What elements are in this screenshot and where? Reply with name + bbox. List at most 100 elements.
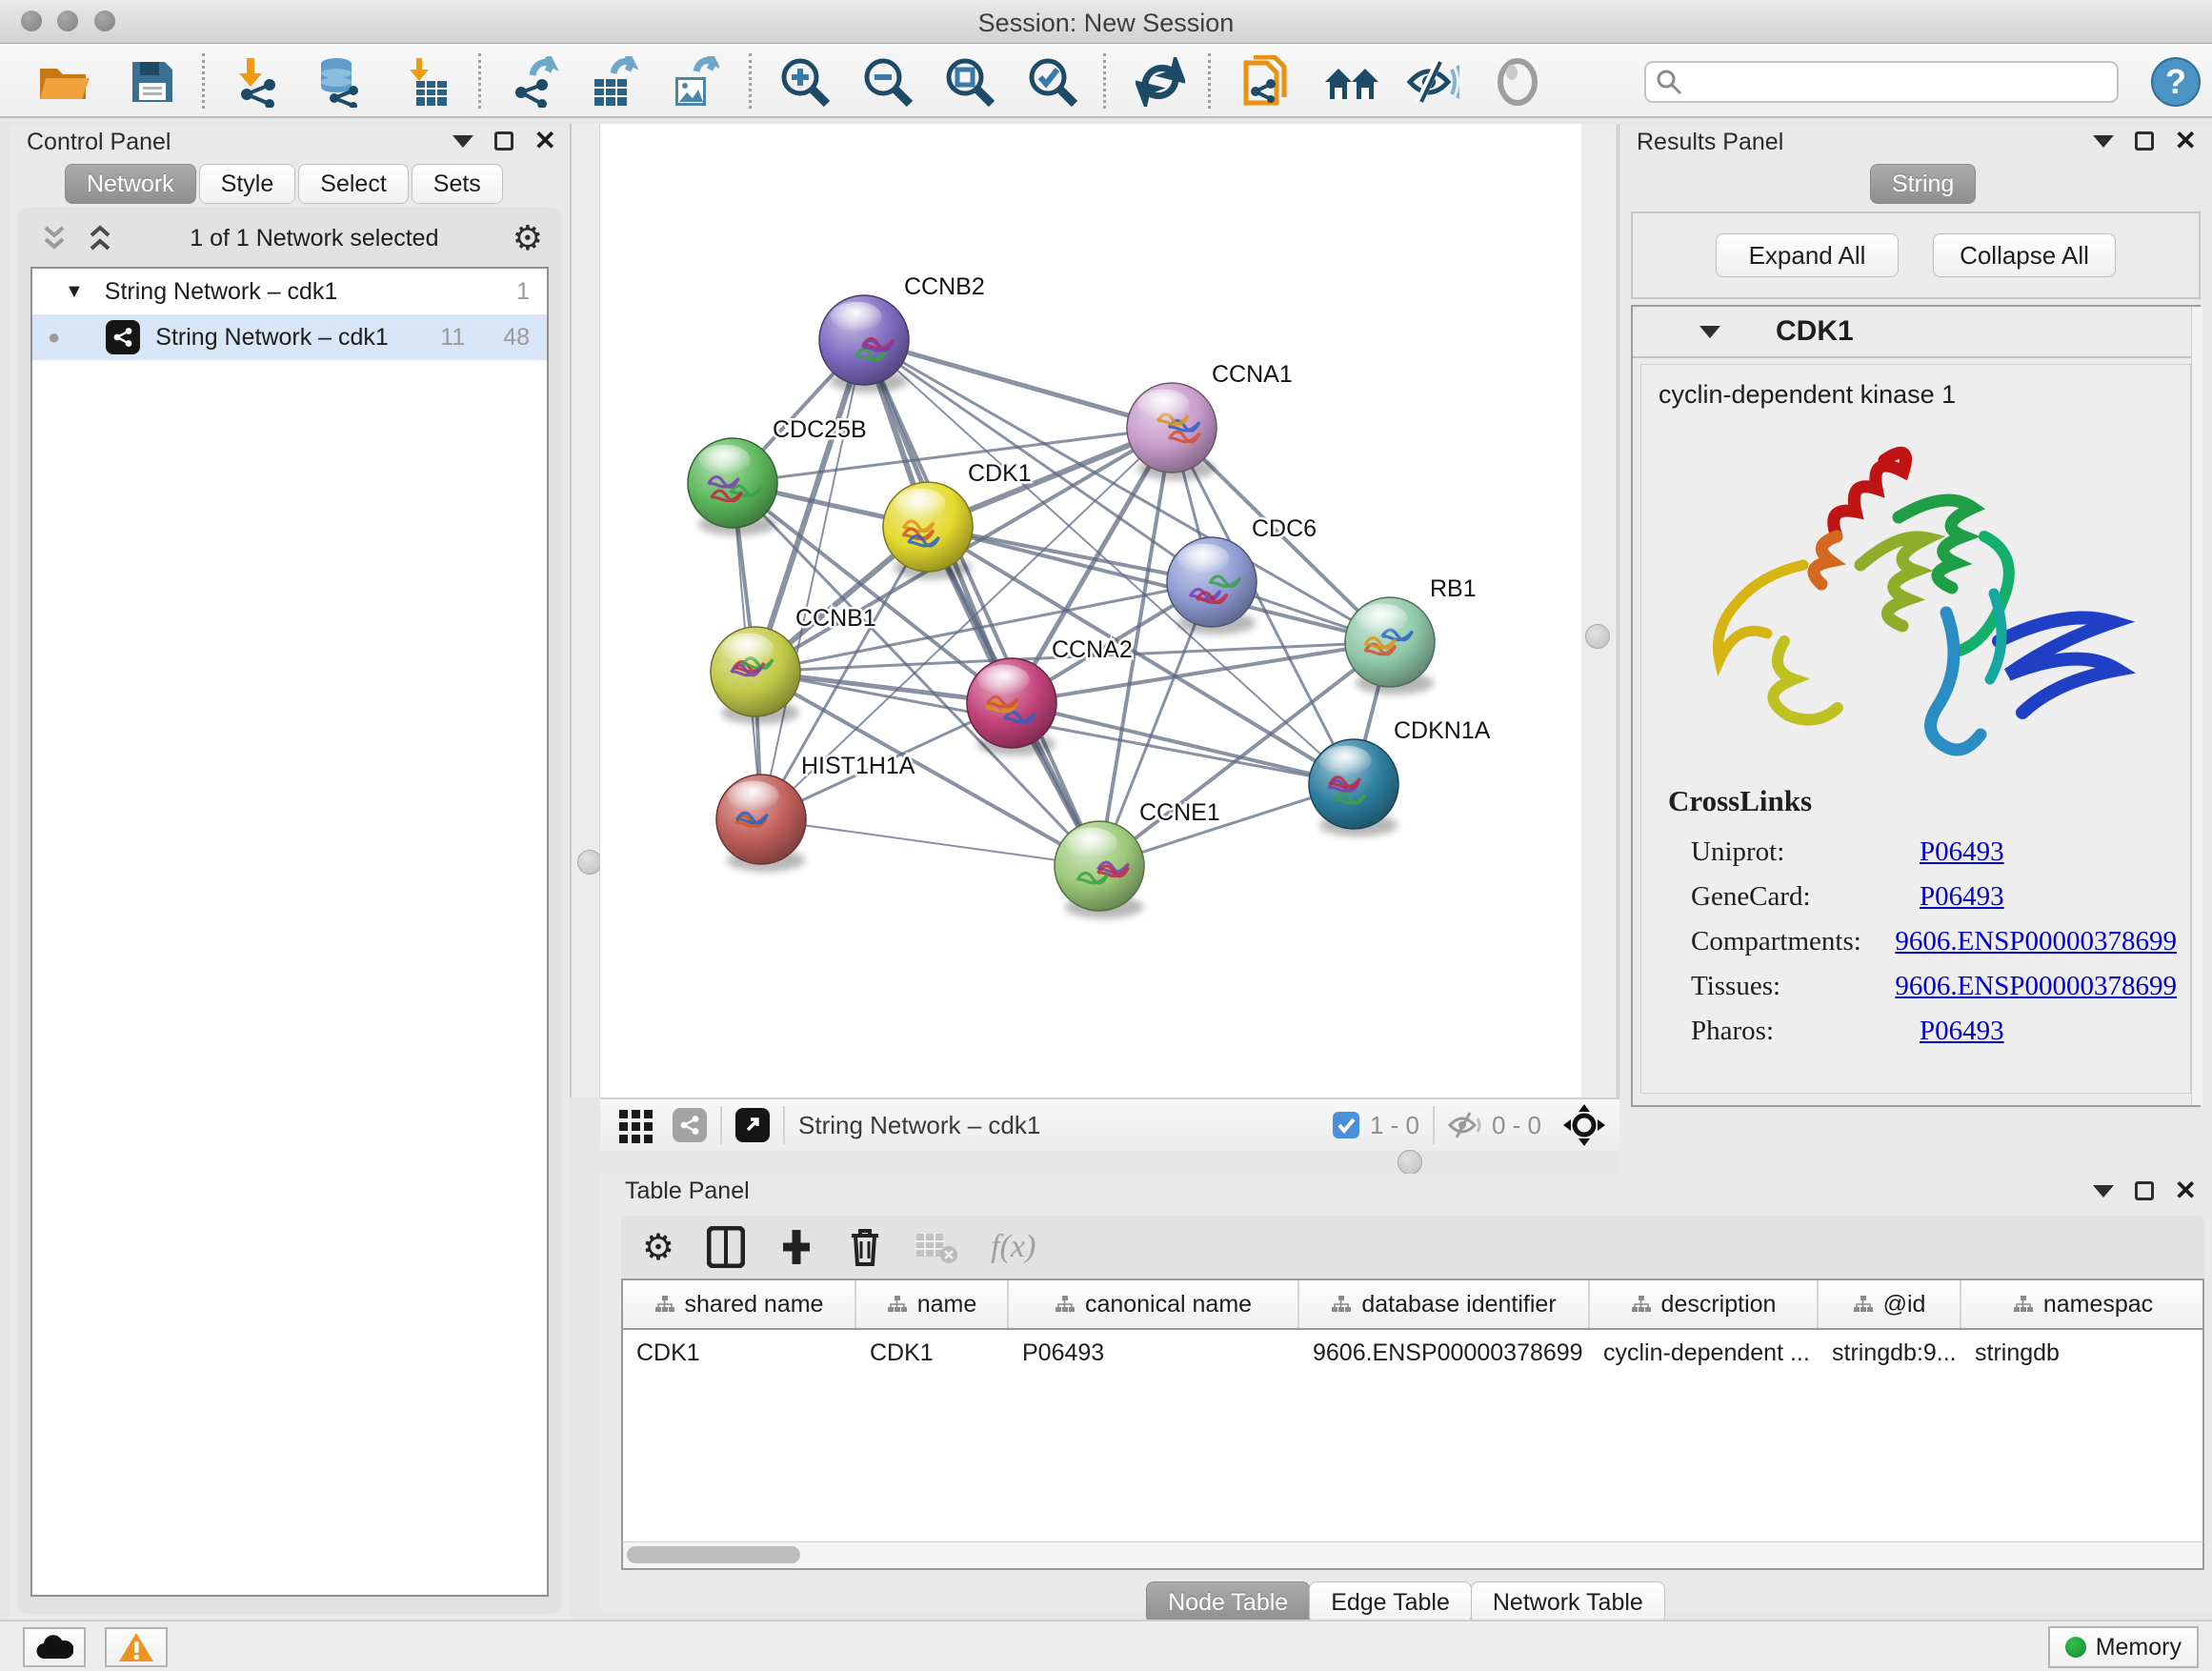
delete-table-icon[interactable]	[915, 1230, 958, 1264]
network-node-CCNB1[interactable]	[711, 627, 800, 724]
warnings-button[interactable]	[105, 1627, 168, 1667]
network-node-CCNE1[interactable]	[1055, 821, 1144, 918]
scrollbar-thumb[interactable]	[627, 1546, 800, 1563]
expand-all-icon[interactable]	[84, 224, 116, 252]
left-splitter-gutter[interactable]	[570, 124, 600, 1097]
panel-menu-icon[interactable]	[452, 135, 473, 148]
table-row[interactable]: CDK1CDK1P064939606.ENSP00000378699cyclin…	[623, 1330, 2202, 1374]
protein-card-header[interactable]: CDK1	[1633, 307, 2199, 358]
export-image-button[interactable]	[659, 57, 728, 107]
tab-edge-table[interactable]: Edge Table	[1309, 1581, 1472, 1623]
panel-close-icon[interactable]: ✕	[534, 131, 556, 151]
zoom-in-button[interactable]	[771, 57, 839, 107]
zoom-selected-button[interactable]	[1018, 57, 1087, 107]
table-cell[interactable]: 9606.ENSP00000378699	[1299, 1330, 1590, 1374]
column-header-shared-name[interactable]: shared name	[623, 1280, 856, 1328]
tab-string[interactable]: String	[1870, 164, 1976, 204]
show-graphics-details-button[interactable]	[1483, 57, 1552, 107]
tab-sets[interactable]: Sets	[412, 164, 503, 204]
network-node-RB1[interactable]	[1345, 597, 1435, 695]
network-node-CCNA1[interactable]	[1127, 383, 1217, 480]
search-box[interactable]	[1644, 61, 2119, 103]
cloud-status-button[interactable]	[23, 1627, 86, 1667]
column-header-database-identifier[interactable]: database identifier	[1299, 1280, 1590, 1328]
table-cell[interactable]: stringdb:9...	[1819, 1330, 1961, 1374]
panel-float-icon[interactable]	[2135, 131, 2154, 151]
results-scrollbar[interactable]	[2191, 307, 2202, 1105]
network-from-file-button[interactable]	[1233, 57, 1301, 107]
network-canvas[interactable]: CCNB2CCNA1CDC25BCDK1CDC6RB1CCNB1CCNA2CDK…	[600, 124, 1581, 1097]
table-cell[interactable]: CDK1	[623, 1330, 856, 1374]
collection-expand-icon[interactable]: ▼	[65, 281, 84, 303]
grid-view-icon[interactable]	[617, 1106, 655, 1144]
hidden-eye-slash-icon[interactable]	[1448, 1111, 1482, 1139]
search-input[interactable]	[1682, 69, 2101, 95]
crosslink-link[interactable]: P06493	[1920, 1016, 2004, 1047]
network-options-gear-icon[interactable]: ⚙	[513, 218, 543, 258]
column-header--id[interactable]: @id	[1819, 1280, 1961, 1328]
network-node-CDK1[interactable]	[883, 482, 973, 579]
network-node-CCNA2[interactable]	[967, 658, 1056, 755]
export-table-button[interactable]	[578, 57, 647, 107]
import-network-from-database-button[interactable]	[305, 57, 373, 107]
delete-column-icon[interactable]	[848, 1226, 882, 1268]
network-view-icon[interactable]	[673, 1108, 707, 1142]
crosslink-link[interactable]: 9606.ENSP00000378699	[1895, 971, 2177, 1002]
crosslink-link[interactable]: P06493	[1920, 881, 2004, 913]
panel-float-icon[interactable]	[2135, 1181, 2154, 1200]
export-network-button[interactable]	[499, 57, 568, 107]
network-node-CCNB2[interactable]	[819, 295, 909, 393]
zoom-out-button[interactable]	[854, 57, 922, 107]
network-node-CDKN1A[interactable]	[1309, 739, 1398, 836]
column-header-canonical-name[interactable]: canonical name	[1009, 1280, 1299, 1328]
column-header-namespac[interactable]: namespac	[1961, 1280, 2204, 1328]
help-button[interactable]: ?	[2151, 57, 2201, 107]
panel-float-icon[interactable]	[494, 131, 513, 151]
tab-network-table[interactable]: Network Table	[1471, 1581, 1665, 1623]
table-cell[interactable]: stringdb	[1961, 1330, 2204, 1374]
collapse-all-icon[interactable]	[38, 224, 70, 252]
crosslink-link[interactable]: P06493	[1920, 836, 2004, 868]
tab-style[interactable]: Style	[199, 164, 296, 204]
left-splitter-handle[interactable]	[577, 850, 602, 875]
selected-checkbox-icon[interactable]	[1332, 1111, 1360, 1139]
panel-close-icon[interactable]: ✕	[2175, 131, 2197, 151]
table-options-gear-icon[interactable]: ⚙	[642, 1226, 674, 1269]
import-network-button[interactable]	[223, 57, 292, 107]
network-node-HIST1H1A[interactable]	[716, 775, 806, 872]
network-collection-row[interactable]: ▼ String Network – cdk1 1	[32, 269, 547, 314]
detach-view-icon[interactable]	[735, 1108, 770, 1142]
expand-all-button[interactable]: Expand All	[1716, 233, 1899, 277]
add-column-icon[interactable]	[777, 1228, 815, 1266]
right-splitter-handle[interactable]	[1585, 624, 1610, 649]
apply-layout-button[interactable]	[1126, 57, 1195, 107]
crosslink-link[interactable]: 9606.ENSP00000378699	[1895, 926, 2177, 957]
network-node-CDC6[interactable]	[1167, 537, 1257, 634]
panel-close-icon[interactable]: ✕	[2175, 1181, 2197, 1200]
first-neighbors-button[interactable]	[1317, 57, 1386, 107]
table-cell[interactable]: P06493	[1009, 1330, 1299, 1374]
collapse-protein-icon[interactable]	[1699, 326, 1720, 338]
table-horizontal-scrollbar[interactable]	[621, 1541, 2204, 1570]
birds-eye-toggle-icon[interactable]	[1562, 1103, 1606, 1147]
import-table-button[interactable]	[392, 57, 461, 107]
panel-menu-icon[interactable]	[2093, 135, 2114, 148]
column-header-name[interactable]: name	[856, 1280, 1009, 1328]
table-cell[interactable]: CDK1	[856, 1330, 1009, 1374]
network-row[interactable]: ● String Network – cdk1 11 48	[32, 314, 547, 360]
tab-select[interactable]: Select	[298, 164, 408, 204]
network-node-CDC25B[interactable]	[688, 438, 777, 535]
horizontal-splitter-handle[interactable]	[1398, 1150, 1422, 1175]
collapse-all-button[interactable]: Collapse All	[1933, 233, 2116, 277]
show-columns-icon[interactable]	[707, 1226, 745, 1268]
tab-node-table[interactable]: Node Table	[1146, 1581, 1310, 1623]
tab-network[interactable]: Network	[65, 164, 196, 204]
open-session-button[interactable]	[30, 57, 99, 107]
network-graph[interactable]: CCNB2CCNA1CDC25BCDK1CDC6RB1CCNB1CCNA2CDK…	[600, 124, 1581, 1097]
right-splitter-gutter[interactable]	[1581, 124, 1619, 1097]
hide-selected-button[interactable]	[1398, 57, 1467, 107]
zoom-fit-button[interactable]	[935, 57, 1004, 107]
table-cell[interactable]: cyclin-dependent ...	[1590, 1330, 1819, 1374]
panel-menu-icon[interactable]	[2093, 1185, 2114, 1198]
memory-button[interactable]: Memory	[2048, 1626, 2199, 1668]
